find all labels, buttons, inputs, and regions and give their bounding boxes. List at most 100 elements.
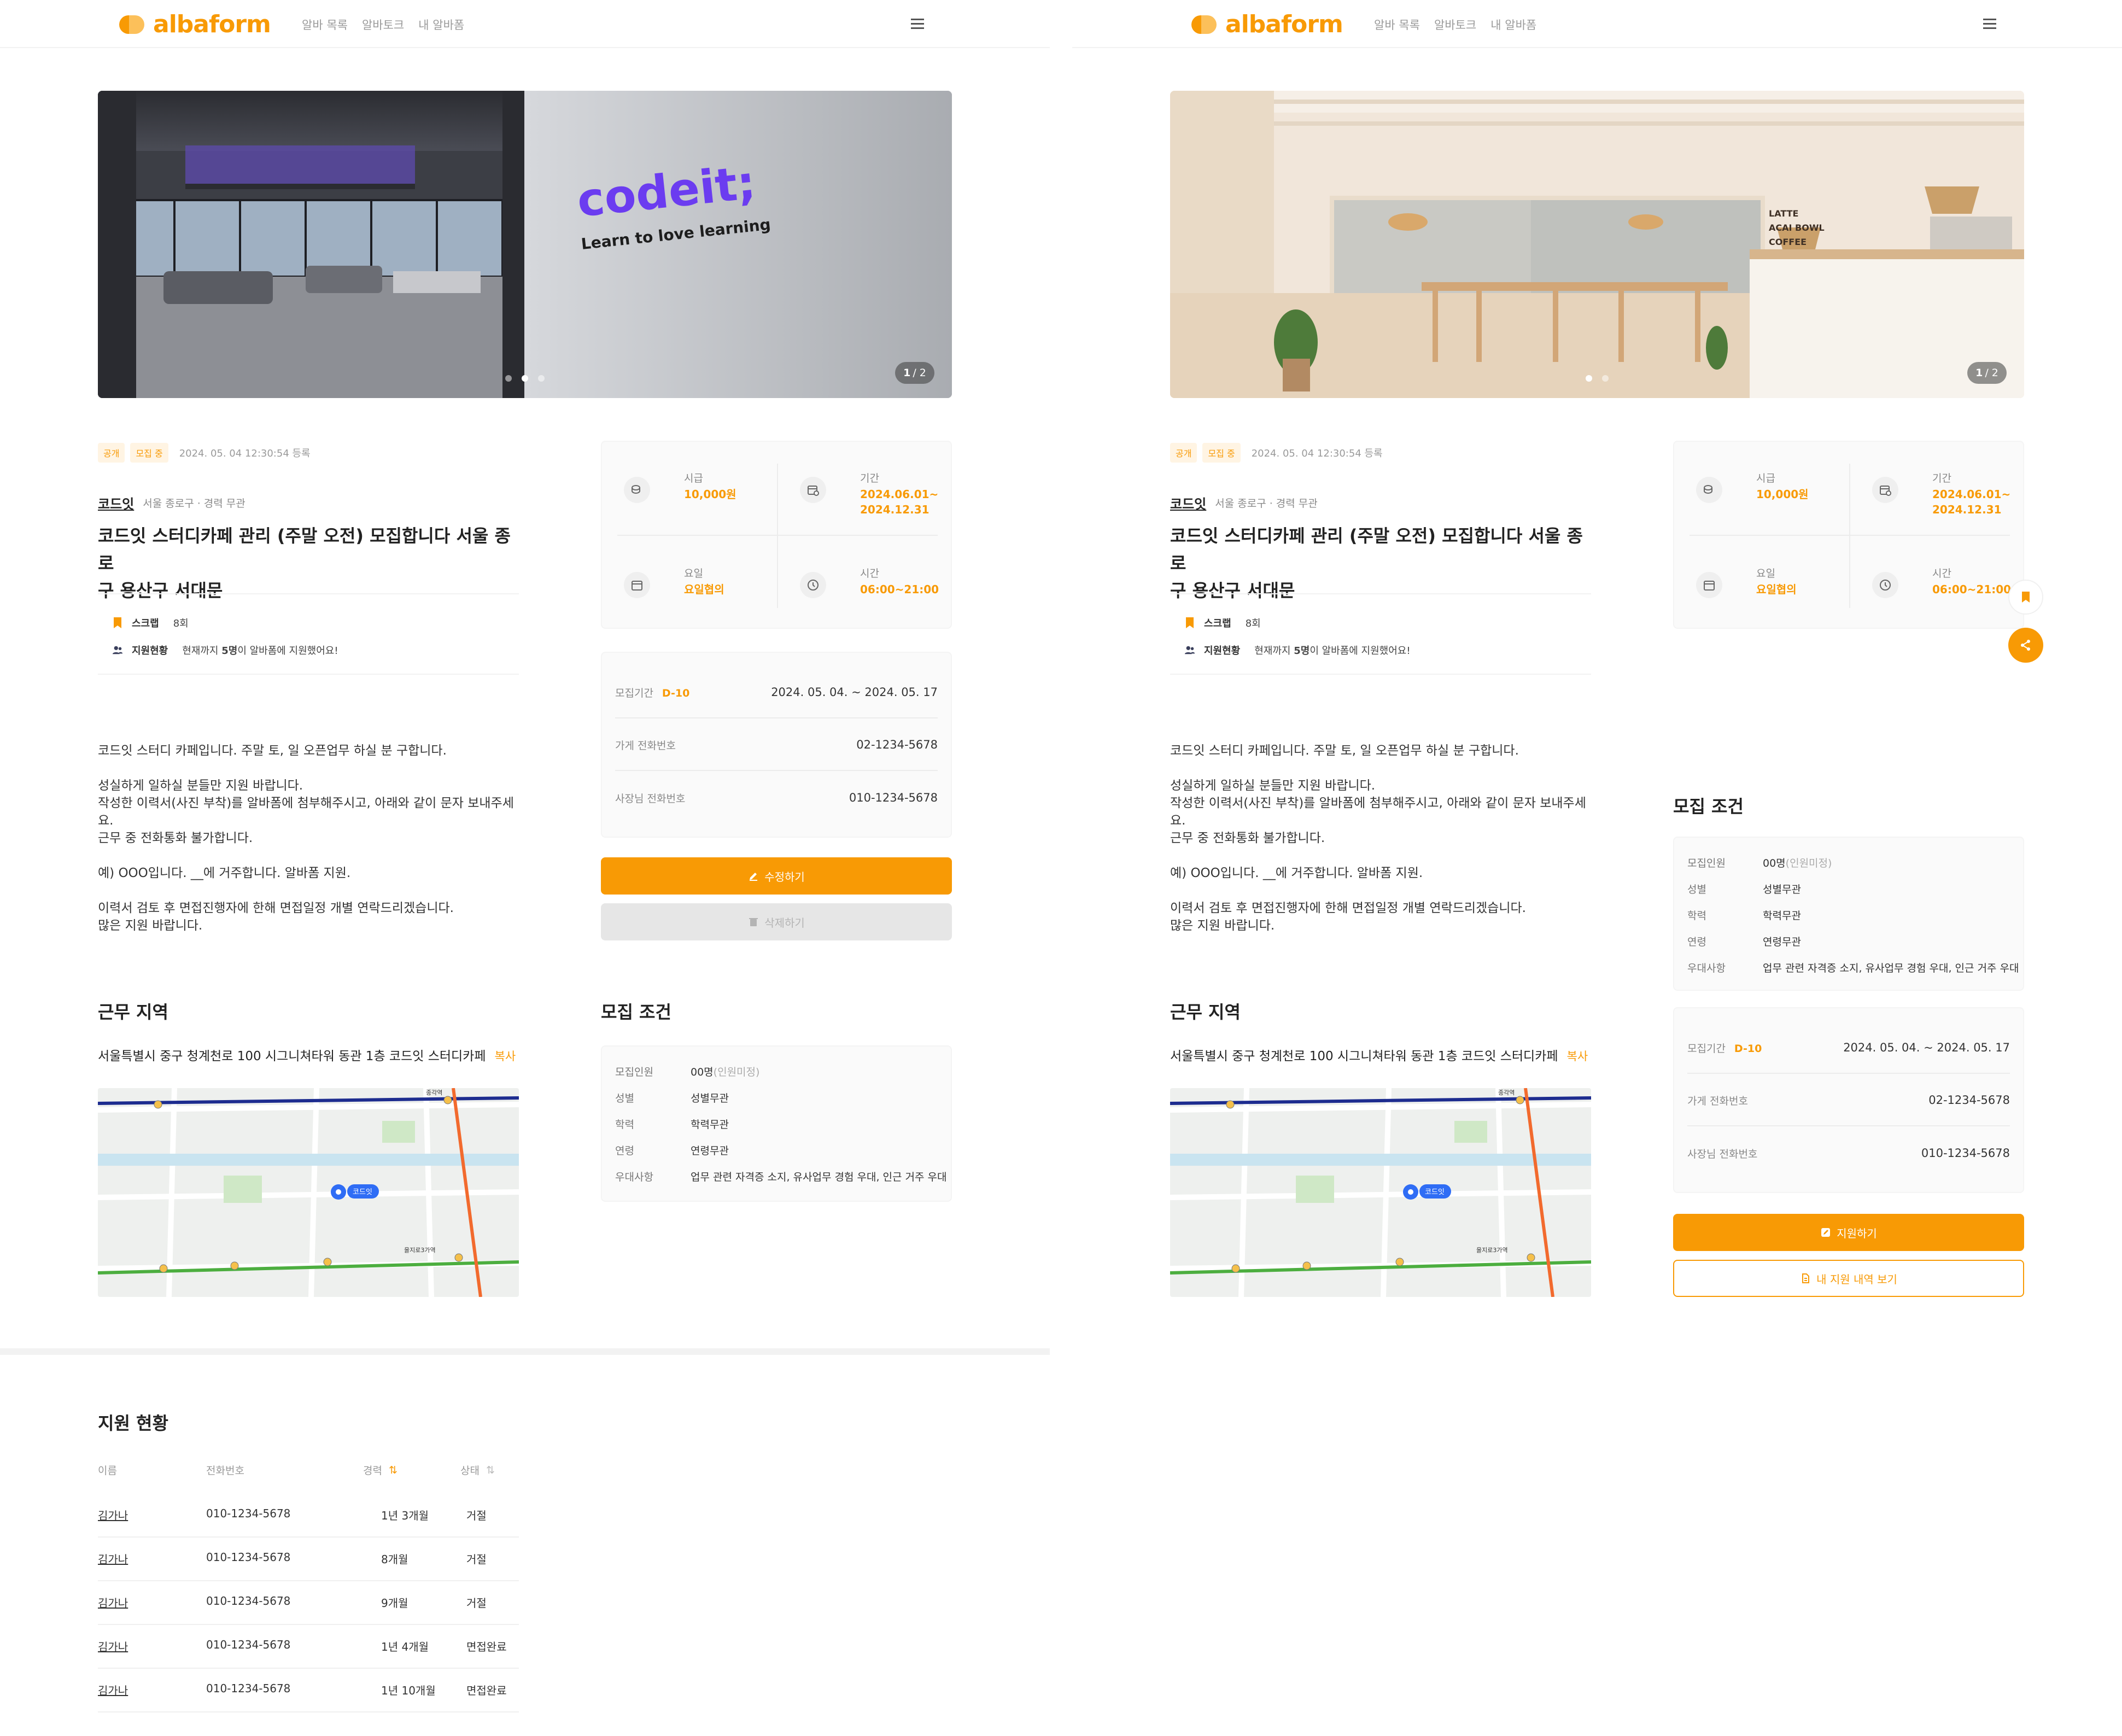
job-description: 코드잇 스터디 카페입니다. 주말 토, 일 오픈업무 하실 분 구합니다. 성실… (1170, 744, 1586, 933)
applications-title: 지원 현황 (98, 1413, 168, 1434)
image-carousel[interactable]: LATTE ACAI BOWL COFFEE 1/ 2 (1170, 91, 2024, 398)
location-text: 서울 종로구 · 경력 무관 (143, 498, 245, 510)
time-cell: 시간 06:00~21:00 (1850, 550, 2014, 616)
svg-text:COFFEE: COFFEE (1769, 237, 1807, 247)
share-icon (2021, 640, 2030, 651)
recruit-period-row: 모집기간 D-10 2024. 05. 04. ~ 2024. 05. 17 (1687, 1022, 2010, 1074)
condition-headcount: 모집인원 00명 (인원미정) (615, 1066, 760, 1078)
days-cell: 요일 요일협의 (602, 550, 766, 616)
carousel-dots[interactable] (505, 375, 545, 382)
recruiting-badge: 모집 중 (1202, 443, 1241, 463)
svg-text:을지로3가역: 을지로3가역 (1476, 1247, 1508, 1254)
sort-icon[interactable]: ⇅ (389, 1464, 397, 1476)
calendar-icon (624, 572, 650, 598)
hamburger-menu-icon[interactable] (911, 19, 924, 29)
delete-button[interactable]: 삭제하기 (601, 903, 952, 940)
carousel-counter: 1/ 2 (1967, 362, 2007, 384)
table-row: 김가나 010-1234-5678 1년 10개월 면접완료 (98, 1669, 519, 1712)
calendar-clock-icon (800, 477, 826, 503)
scrap-stat: 스크랩 8회 (1184, 616, 1261, 630)
conditions-title: 모집 조건 (1673, 796, 1744, 817)
applicants-stat: 지원현황 현재까지 5명이 알바폼에 지원했어요! (112, 643, 338, 657)
period-cell: 기간 2024.06.01~ 2024.12.31 (1850, 455, 2014, 521)
company-name[interactable]: 코드잇 (98, 493, 134, 512)
pencil-icon (750, 873, 758, 881)
scrap-stat: 스크랩 8회 (112, 616, 189, 630)
company-row: 코드잇 서울 종로구 · 경력 무관 (98, 493, 245, 512)
image-carousel[interactable]: codeit; Learn to love learning 1/ 2 (98, 91, 952, 398)
document-icon (1802, 1273, 1810, 1283)
copy-address-button[interactable]: 복사 (495, 1050, 516, 1063)
owner-phone-row: 사장님 전화번호 010-1234-5678 (615, 791, 938, 805)
clock-icon (1872, 572, 1898, 598)
svg-text:코드잇: 코드잇 (1425, 1188, 1445, 1196)
share-button[interactable] (2008, 628, 2043, 663)
bookmark-icon (2022, 592, 2030, 603)
logo-text: albaform (1225, 10, 1343, 38)
status-tags: 공개 모집 중 2024. 05. 04 12:30:54 등록 (1170, 443, 1383, 463)
logo-icon (1191, 13, 1217, 35)
logo[interactable]: albaform (1191, 10, 1343, 38)
main-nav: 알바 목록 알바토크 내 알바폼 (1374, 16, 1536, 33)
sort-icon[interactable]: ⇅ (486, 1464, 495, 1476)
bookmark-button[interactable] (2008, 580, 2043, 615)
top-header: albaform 알바 목록 알바토크 내 알바폼 (1072, 0, 2122, 48)
coins-icon (1696, 477, 1722, 503)
hamburger-menu-icon[interactable] (1983, 19, 1996, 29)
svg-text:코드잇: 코드잇 (353, 1188, 372, 1196)
job-info-card: 시급 10,000원 기간 2024.06.01~ 2024.12.31 요일 요일협… (601, 441, 952, 629)
recruit-period-row: 모집기간 D-10 2024. 05. 04. ~ 2024. 05. 17 (615, 667, 938, 718)
condition-preference: 우대사항 업무 관련 자격증 소지, 유사업무 경험 우대, 인근 거주 우대 (1687, 962, 2019, 974)
recruit-contact-card: 모집기간 D-10 2024. 05. 04. ~ 2024. 05. 17 가게… (1673, 1007, 2024, 1193)
logo[interactable]: albaform (119, 10, 271, 38)
divider (98, 593, 519, 594)
posted-date: 2024. 05. 04 12:30:54 등록 (1251, 448, 1383, 459)
location-map[interactable]: 코드잇 을지로3가역 종각역 (1170, 1088, 1591, 1297)
job-info-card: 시급 10,000원 기간 2024.06.01~ 2024.12.31 요일 요일협… (1673, 441, 2024, 629)
apply-button[interactable]: 지원하기 (1673, 1214, 2024, 1251)
conditions-card: 모집인원 00명 (인원미정) 성별 성별무관 학력 학력무관 연령 연령무관 우대사항… (1673, 837, 2024, 991)
location-map[interactable]: 코드잇 을지로3가역 종각역 (98, 1088, 519, 1297)
coins-icon (624, 477, 650, 503)
my-applications-button[interactable]: 내 지원 내역 보기 (1673, 1260, 2024, 1297)
carousel-dots[interactable] (1586, 375, 1609, 382)
table-row: 김가나 010-1234-5678 1년 4개월 면접완료 (98, 1625, 519, 1669)
trash-icon (749, 918, 758, 926)
condition-age: 연령 연령무관 (1687, 936, 1801, 948)
status-tags: 공개 모집 중 2024. 05. 04 12:30:54 등록 (98, 443, 311, 463)
copy-address-button[interactable]: 복사 (1567, 1050, 1588, 1063)
public-badge: 공개 (1170, 443, 1197, 463)
wage-cell: 시급 10,000원 (1674, 455, 1838, 521)
period-cell: 기간 2024.06.01~ 2024.12.31 (778, 455, 942, 521)
header-status[interactable]: 상태 ⇅ (460, 1463, 495, 1477)
nav-my-albaform[interactable]: 내 알바폼 (1490, 16, 1536, 33)
logo-icon (119, 13, 144, 35)
condition-education: 학력 학력무관 (1687, 910, 1801, 922)
nav-alba-talk[interactable]: 알바토크 (362, 16, 404, 33)
condition-education: 학력 학력무관 (615, 1119, 729, 1131)
section-divider (0, 1348, 1050, 1355)
post-title: 코드잇 스터디카페 관리 (주말 오전) 모집합니다 서울 종 로구 용산구 서… (1170, 525, 1583, 601)
map-image: 코드잇 을지로3가역 종각역 (98, 1088, 519, 1297)
owner-view-panel: albaform 알바 목록 알바토크 내 알바폼 codeit; Learn … (0, 0, 1050, 1736)
store-phone-row: 가게 전화번호 02-1234-5678 (615, 720, 938, 771)
condition-gender: 성별 성별무관 (615, 1092, 729, 1104)
condition-headcount: 모집인원 00명 (인원미정) (1687, 857, 1832, 869)
header-experience[interactable]: 경력 ⇅ (363, 1463, 397, 1477)
job-description: 코드잇 스터디 카페입니다. 주말 토, 일 오픈업무 하실 분 구합니다. 성실… (98, 744, 514, 933)
company-name[interactable]: 코드잇 (1170, 493, 1206, 512)
nav-alba-list[interactable]: 알바 목록 (302, 16, 348, 33)
table-row: 김가나 010-1234-5678 1년 3개월 거절 (98, 1494, 519, 1538)
cafe-photo: LATTE ACAI BOWL COFFEE (1170, 91, 2024, 398)
public-badge: 공개 (98, 443, 125, 463)
conditions-title: 모집 조건 (601, 1002, 671, 1022)
nav-alba-list[interactable]: 알바 목록 (1374, 16, 1420, 33)
nav-my-albaform[interactable]: 내 알바폼 (418, 16, 464, 33)
nav-alba-talk[interactable]: 알바토크 (1434, 16, 1476, 33)
main-nav: 알바 목록 알바토크 내 알바폼 (302, 16, 464, 33)
edit-button[interactable]: 수정하기 (601, 857, 952, 895)
condition-gender: 성별 성별무관 (1687, 884, 1801, 896)
divider (1170, 593, 1591, 594)
time-cell: 시간 06:00~21:00 (778, 550, 942, 616)
work-address: 서울특별시 중구 청계천로 100 시그니쳐타워 동관 1층 코드잇 스터디카페… (1170, 1049, 1588, 1063)
